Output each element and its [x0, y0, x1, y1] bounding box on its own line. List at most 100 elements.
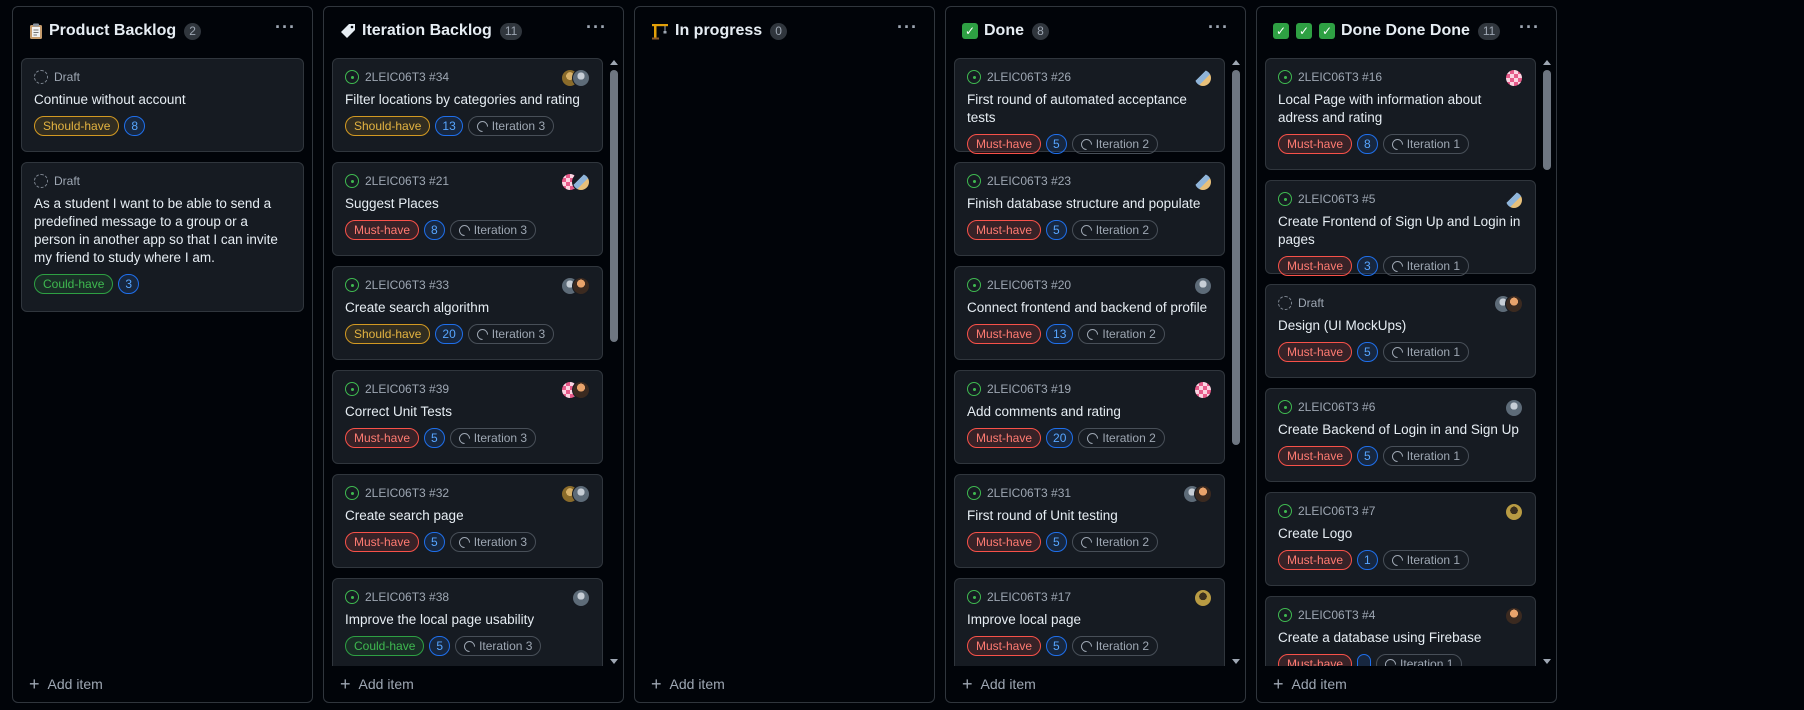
item-card[interactable]: 2LEIC06T3 #34 Filter locations by categor… — [332, 58, 603, 152]
assignees[interactable] — [1194, 589, 1212, 607]
item-card[interactable]: 2LEIC06T3 #21 Suggest Places Must-have 8 Ite… — [332, 162, 603, 256]
item-card[interactable]: 2LEIC06T3 #19 Add comments and rating Must… — [954, 370, 1225, 464]
item-reference[interactable]: 2LEIC06T3 #39 — [365, 382, 449, 396]
item-reference[interactable]: 2LEIC06T3 #6 — [1298, 400, 1375, 414]
assignees[interactable] — [561, 485, 590, 503]
item-card[interactable]: 2LEIC06T3 #16 Local Page with information… — [1265, 58, 1536, 170]
item-title[interactable]: Continue without account — [34, 91, 291, 109]
item-reference[interactable]: 2LEIC06T3 #5 — [1298, 192, 1375, 206]
item-reference[interactable]: 2LEIC06T3 #32 — [365, 486, 449, 500]
assignees[interactable] — [572, 589, 590, 607]
item-card[interactable]: 2LEIC06T3 #7 Create Logo Must-have 1 Iterati… — [1265, 492, 1536, 586]
item-title[interactable]: Improve local page — [967, 611, 1212, 629]
item-title[interactable]: First round of automated acceptance test… — [967, 91, 1212, 127]
item-card[interactable]: 2LEIC06T3 #39 Correct Unit Tests Must-have… — [332, 370, 603, 464]
item-card[interactable]: 2LEIC06T3 #32 Create search page Must-have… — [332, 474, 603, 568]
item-reference[interactable]: 2LEIC06T3 #38 — [365, 590, 449, 604]
item-title[interactable]: First round of Unit testing — [967, 507, 1212, 525]
add-item-button[interactable]: + Add item — [340, 675, 414, 693]
item-title[interactable]: Filter locations by categories and ratin… — [345, 91, 590, 109]
item-card[interactable]: 2LEIC06T3 #5 Create Frontend of Sign Up a… — [1265, 180, 1536, 276]
scroll-up-arrow[interactable] — [1543, 60, 1551, 65]
assignees[interactable] — [561, 277, 590, 295]
item-title[interactable]: Add comments and rating — [967, 403, 1212, 421]
item-title[interactable]: Create a database using Firebase — [1278, 629, 1523, 647]
item-reference[interactable]: 2LEIC06T3 #23 — [987, 174, 1071, 188]
add-item-button[interactable]: + Add item — [1273, 675, 1347, 693]
item-reference[interactable]: 2LEIC06T3 #21 — [365, 174, 449, 188]
item-title[interactable]: Create search algorithm — [345, 299, 590, 317]
assignees[interactable] — [1183, 485, 1212, 503]
item-title[interactable]: Create Logo — [1278, 525, 1523, 543]
item-card[interactable]: 2LEIC06T3 #38 Improve the local page usab… — [332, 578, 603, 666]
assignees[interactable] — [1505, 191, 1523, 209]
item-title[interactable]: Create search page — [345, 507, 590, 525]
scrollbar-thumb[interactable] — [610, 70, 618, 342]
item-reference[interactable]: 2LEIC06T3 #20 — [987, 278, 1071, 292]
item-card[interactable]: 2LEIC06T3 #33 Create search algorithm Shou… — [332, 266, 603, 360]
scroll-down-arrow[interactable] — [610, 659, 618, 664]
add-item-button[interactable]: + Add item — [651, 675, 725, 693]
item-title[interactable]: Correct Unit Tests — [345, 403, 590, 421]
assignees[interactable] — [1505, 399, 1523, 417]
item-card[interactable]: 2LEIC06T3 #17 Improve local page Must-have… — [954, 578, 1225, 666]
item-card[interactable]: Draft As a student I want to be able to s… — [21, 162, 304, 312]
item-reference[interactable]: 2LEIC06T3 #4 — [1298, 608, 1375, 622]
item-card[interactable]: 2LEIC06T3 #6 Create Backend of Login in a… — [1265, 388, 1536, 482]
item-card[interactable]: 2LEIC06T3 #26 First round of automated ac… — [954, 58, 1225, 154]
item-reference[interactable]: 2LEIC06T3 #31 — [987, 486, 1071, 500]
item-reference[interactable]: 2LEIC06T3 #17 — [987, 590, 1071, 604]
assignees[interactable] — [1505, 69, 1523, 87]
item-title[interactable]: Local Page with information about adress… — [1278, 91, 1523, 127]
item-card[interactable]: 2LEIC06T3 #4 Create a database using Fire… — [1265, 596, 1536, 666]
item-reference[interactable]: 2LEIC06T3 #7 — [1298, 504, 1375, 518]
item-card[interactable]: 2LEIC06T3 #20 Connect frontend and backen… — [954, 266, 1225, 360]
assignees[interactable] — [1505, 503, 1523, 521]
assignees[interactable] — [1194, 277, 1212, 295]
add-item-button[interactable]: + Add item — [29, 675, 103, 693]
item-card[interactable]: Draft Continue without account Should-have… — [21, 58, 304, 152]
column-scrollbar[interactable] — [1230, 58, 1242, 666]
item-card[interactable]: 2LEIC06T3 #31 First round of Unit testing… — [954, 474, 1225, 568]
assignees[interactable] — [1505, 607, 1523, 625]
item-title[interactable]: Improve the local page usability — [345, 611, 590, 629]
column-menu-button[interactable]: ··· — [275, 18, 296, 36]
column-menu-button[interactable]: ··· — [897, 18, 918, 36]
column-menu-button[interactable]: ··· — [1208, 18, 1229, 36]
item-reference[interactable]: 2LEIC06T3 #34 — [365, 70, 449, 84]
item-title[interactable]: Create Backend of Login in and Sign Up — [1278, 421, 1523, 439]
assignees[interactable] — [561, 173, 590, 191]
item-card[interactable]: Draft Design (UI MockUps) Must-have 5 Iterat… — [1265, 284, 1536, 378]
item-reference[interactable]: 2LEIC06T3 #19 — [987, 382, 1071, 396]
iteration-field: Iteration 2 — [1071, 220, 1159, 240]
scroll-up-arrow[interactable] — [610, 60, 618, 65]
item-reference[interactable]: 2LEIC06T3 #26 — [987, 70, 1071, 84]
scroll-up-arrow[interactable] — [1232, 60, 1240, 65]
item-card[interactable]: 2LEIC06T3 #23 Finish database structure a… — [954, 162, 1225, 256]
column-header: Product Backlog 2 ··· — [13, 7, 312, 55]
assignees[interactable] — [1194, 381, 1212, 399]
assignees[interactable] — [561, 381, 590, 399]
item-title[interactable]: Create Frontend of Sign Up and Login in … — [1278, 213, 1523, 249]
item-title[interactable]: Connect frontend and backend of profile — [967, 299, 1212, 317]
scrollbar-thumb[interactable] — [1232, 70, 1240, 445]
add-item-button[interactable]: + Add item — [962, 675, 1036, 693]
scrollbar-thumb[interactable] — [1543, 70, 1551, 170]
assignees[interactable] — [1194, 173, 1212, 191]
assignees[interactable] — [1194, 69, 1212, 87]
column-scrollbar[interactable] — [608, 58, 620, 666]
column-menu-button[interactable]: ··· — [586, 18, 607, 36]
assignees[interactable] — [1494, 295, 1523, 313]
column-menu-button[interactable]: ··· — [1519, 18, 1540, 36]
item-title[interactable]: Finish database structure and populate — [967, 195, 1212, 213]
draft-icon — [34, 174, 48, 188]
item-title[interactable]: Design (UI MockUps) — [1278, 317, 1523, 335]
item-reference[interactable]: 2LEIC06T3 #16 — [1298, 70, 1382, 84]
scroll-down-arrow[interactable] — [1232, 659, 1240, 664]
column-scrollbar[interactable] — [1541, 58, 1553, 666]
scroll-down-arrow[interactable] — [1543, 659, 1551, 664]
item-reference[interactable]: 2LEIC06T3 #33 — [365, 278, 449, 292]
item-title[interactable]: As a student I want to be able to send a… — [34, 195, 291, 267]
assignees[interactable] — [561, 69, 590, 87]
item-title[interactable]: Suggest Places — [345, 195, 590, 213]
